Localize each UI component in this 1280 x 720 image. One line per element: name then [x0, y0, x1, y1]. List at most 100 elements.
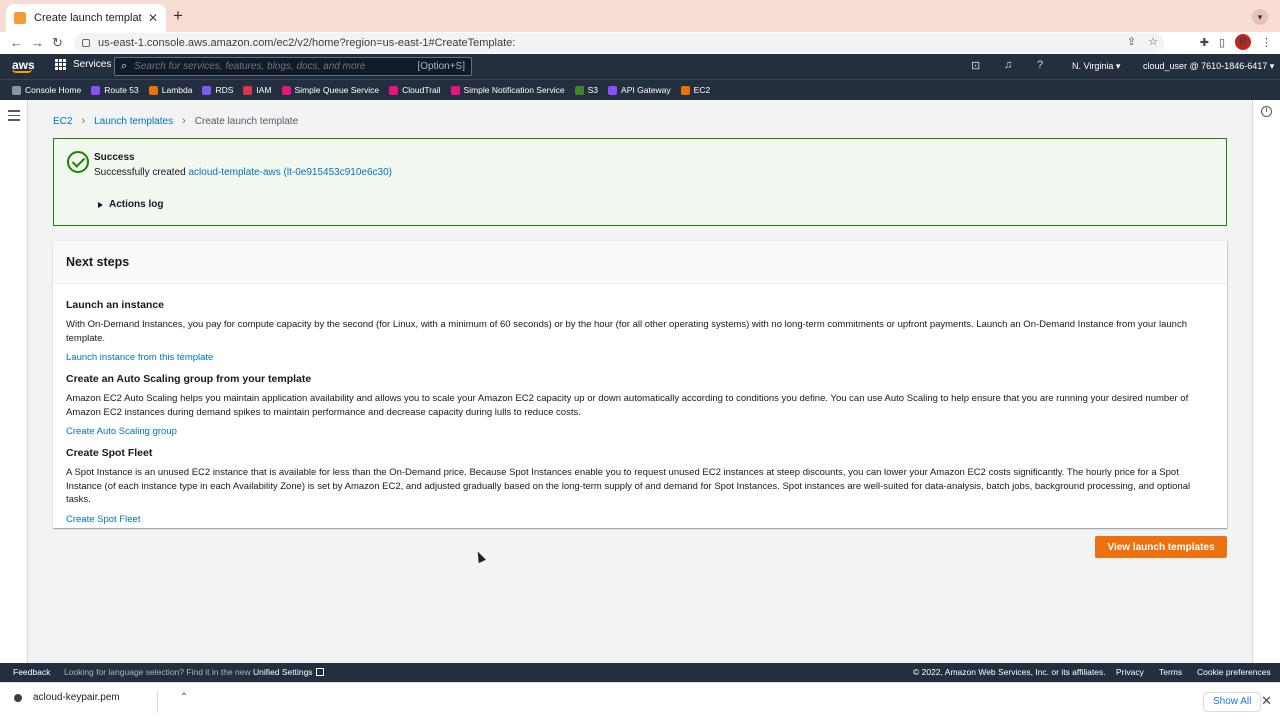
- cloudtrail-icon: [389, 85, 399, 95]
- step-description: With On-Demand Instances, you pay for co…: [66, 319, 1187, 344]
- chevron-up-icon[interactable]: ⌃: [180, 692, 188, 703]
- favorite-simple-notification-service[interactable]: Simple Notification Service: [450, 85, 565, 95]
- actions-log-label: Actions log: [109, 199, 164, 210]
- success-flashbar: Success Successfully created acloud-temp…: [53, 138, 1227, 226]
- apigateway-icon: [608, 85, 618, 95]
- favorite-ec2[interactable]: EC2: [680, 85, 711, 95]
- success-check-icon: [67, 151, 89, 173]
- privacy-link[interactable]: Privacy: [1116, 667, 1144, 677]
- feedback-link[interactable]: Feedback: [13, 667, 50, 677]
- bookmark-star-icon[interactable]: ☆: [1148, 35, 1158, 48]
- caret-right-icon: [98, 201, 103, 208]
- terms-link[interactable]: Terms: [1159, 667, 1182, 677]
- favorite-label: EC2: [693, 85, 711, 95]
- copyright: © 2022, Amazon Web Services, Inc. or its…: [913, 667, 1106, 677]
- view-launch-templates-button[interactable]: View launch templates: [1095, 536, 1227, 558]
- browser-tab[interactable]: Create launch template | EC2 M ✕: [6, 4, 166, 32]
- close-shelf-icon[interactable]: ✕: [1261, 694, 1272, 708]
- back-arrow-icon[interactable]: ←: [10, 35, 23, 51]
- cloudshell-icon[interactable]: ⊡: [971, 59, 980, 72]
- url-text: us-east-1.console.aws.amazon.com/ec2/v2/…: [98, 37, 516, 49]
- account-menu[interactable]: cloud_user @ 7610-1846-6417 ▾: [1143, 61, 1274, 72]
- create-spot-fleet-link[interactable]: Create Spot Fleet: [66, 514, 1214, 526]
- favorite-route-53[interactable]: Route 53: [91, 85, 139, 95]
- lambda-icon: [148, 85, 158, 95]
- favorite-label: Lambda: [161, 85, 193, 95]
- url-field[interactable]: us-east-1.console.aws.amazon.com/ec2/v2/…: [74, 33, 1164, 53]
- step-description: A Spot Instance is an unused EC2 instanc…: [66, 467, 1191, 505]
- ec2-icon: [680, 85, 690, 95]
- favorite-cloudtrail[interactable]: CloudTrail: [389, 85, 441, 95]
- search-icon: ⌕: [121, 60, 128, 72]
- side-panel-icon[interactable]: ▯: [1219, 36, 1225, 49]
- services-menu-button[interactable]: Services: [55, 59, 111, 70]
- s3-icon: [574, 85, 584, 95]
- favorite-label: Simple Queue Service: [294, 85, 380, 95]
- notifications-bell-icon[interactable]: ♫: [1004, 59, 1012, 71]
- extensions-icon[interactable]: ✚: [1200, 36, 1209, 49]
- download-item[interactable]: acloud-keypair.pem ⌃: [14, 692, 188, 703]
- favorite-api-gateway[interactable]: API Gateway: [608, 85, 671, 95]
- breadcrumb-launch-templates[interactable]: Launch templates: [94, 116, 173, 127]
- favorites-bar: Console Home Route 53 Lambda RDS IAM Simple Q…: [0, 79, 1280, 100]
- flash-title: Success: [94, 152, 135, 163]
- rds-icon: [202, 85, 212, 95]
- search-shortcut: [Option+S]: [417, 61, 465, 72]
- sqs-icon: [281, 85, 291, 95]
- step-launch-instance: Launch an instance With On-Demand Instan…: [66, 298, 1214, 364]
- info-icon[interactable]: i: [1261, 106, 1272, 117]
- grid-icon: [55, 59, 66, 70]
- template-link[interactable]: acloud-template-aws (lt-0e915453c910e6c3…: [189, 167, 392, 178]
- help-icon[interactable]: ?: [1037, 59, 1043, 71]
- actions-log-toggle[interactable]: Actions log: [98, 199, 163, 210]
- mouse-cursor-icon: [474, 549, 486, 564]
- favorite-iam[interactable]: IAM: [243, 85, 272, 95]
- step-spot-fleet: Create Spot Fleet A Spot Instance is an …: [66, 446, 1214, 526]
- favorite-label: CloudTrail: [402, 85, 441, 95]
- search-box[interactable]: ⌕ [Option+S]: [114, 57, 472, 76]
- search-input[interactable]: [134, 61, 405, 72]
- favorite-simple-queue-service[interactable]: Simple Queue Service: [281, 85, 380, 95]
- language-notice: Looking for language selection? Find it …: [64, 667, 324, 677]
- services-label: Services: [73, 59, 112, 70]
- profile-avatar[interactable]: B: [1235, 34, 1251, 50]
- step-description: Amazon EC2 Auto Scaling helps you mainta…: [66, 393, 1189, 418]
- aws-logo-text: aws: [12, 58, 35, 72]
- favorite-s3[interactable]: S3: [574, 85, 598, 95]
- lock-icon: [82, 39, 90, 47]
- favorite-label: RDS: [215, 85, 234, 95]
- forward-arrow-icon[interactable]: →: [31, 35, 44, 51]
- aws-logo[interactable]: aws: [12, 58, 35, 73]
- favorite-console-home[interactable]: Console Home: [12, 85, 81, 95]
- share-icon[interactable]: ⇪: [1127, 35, 1136, 48]
- iam-icon: [243, 85, 253, 95]
- breadcrumb-ec2[interactable]: EC2: [53, 116, 72, 127]
- reload-icon[interactable]: ↻: [52, 35, 63, 51]
- route53-icon: [91, 85, 101, 95]
- file-icon: [14, 693, 22, 702]
- menu-hamburger-icon[interactable]: [8, 110, 20, 124]
- download-filename: acloud-keypair.pem: [33, 692, 120, 703]
- favorite-label: API Gateway: [621, 85, 671, 95]
- favorite-label: Route 53: [104, 85, 139, 95]
- home-icon: [12, 85, 21, 95]
- favorite-label: Console Home: [25, 85, 82, 95]
- favorite-rds[interactable]: RDS: [202, 85, 233, 95]
- browser-menu-icon[interactable]: ⋮: [1261, 36, 1272, 49]
- flash-message-prefix: Successfully created: [94, 167, 189, 178]
- new-tab-icon[interactable]: +: [173, 7, 183, 25]
- language-notice-text: Looking for language selection? Find it …: [64, 667, 254, 677]
- show-all-button[interactable]: Show All: [1203, 692, 1262, 712]
- breadcrumb: EC2 › Launch templates › Create launch t…: [53, 115, 298, 127]
- step-heading: Launch an instance: [66, 299, 165, 311]
- close-tab-icon[interactable]: ✕: [148, 11, 158, 25]
- unified-settings-link[interactable]: Unified Settings: [253, 667, 313, 677]
- chevron-down-icon[interactable]: ▾: [1252, 9, 1268, 25]
- cookie-preferences-link[interactable]: Cookie preferences: [1197, 667, 1271, 677]
- flash-message: Successfully created acloud-template-aws…: [94, 167, 392, 178]
- next-steps-title: Next steps: [53, 241, 1227, 284]
- favorite-lambda[interactable]: Lambda: [148, 85, 193, 95]
- region-selector[interactable]: N. Virginia ▾: [1072, 61, 1120, 72]
- launch-instance-link[interactable]: Launch instance from this template: [66, 352, 1214, 364]
- create-auto-scaling-group-link[interactable]: Create Auto Scaling group: [66, 426, 1214, 438]
